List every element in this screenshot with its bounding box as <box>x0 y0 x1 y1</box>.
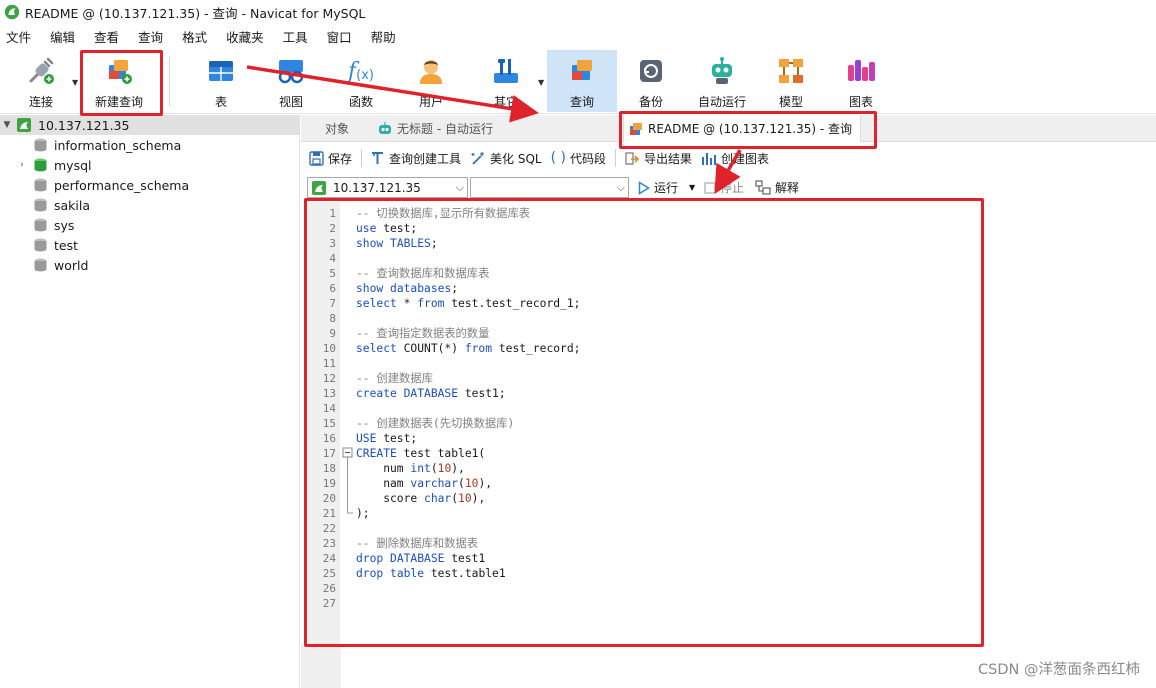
arrow-to-editor <box>714 149 742 195</box>
arrow-to-tab <box>246 65 539 123</box>
watermark-text: CSDN @洋葱面条西红柿 <box>978 662 1140 678</box>
annotation-arrows <box>246 65 742 195</box>
